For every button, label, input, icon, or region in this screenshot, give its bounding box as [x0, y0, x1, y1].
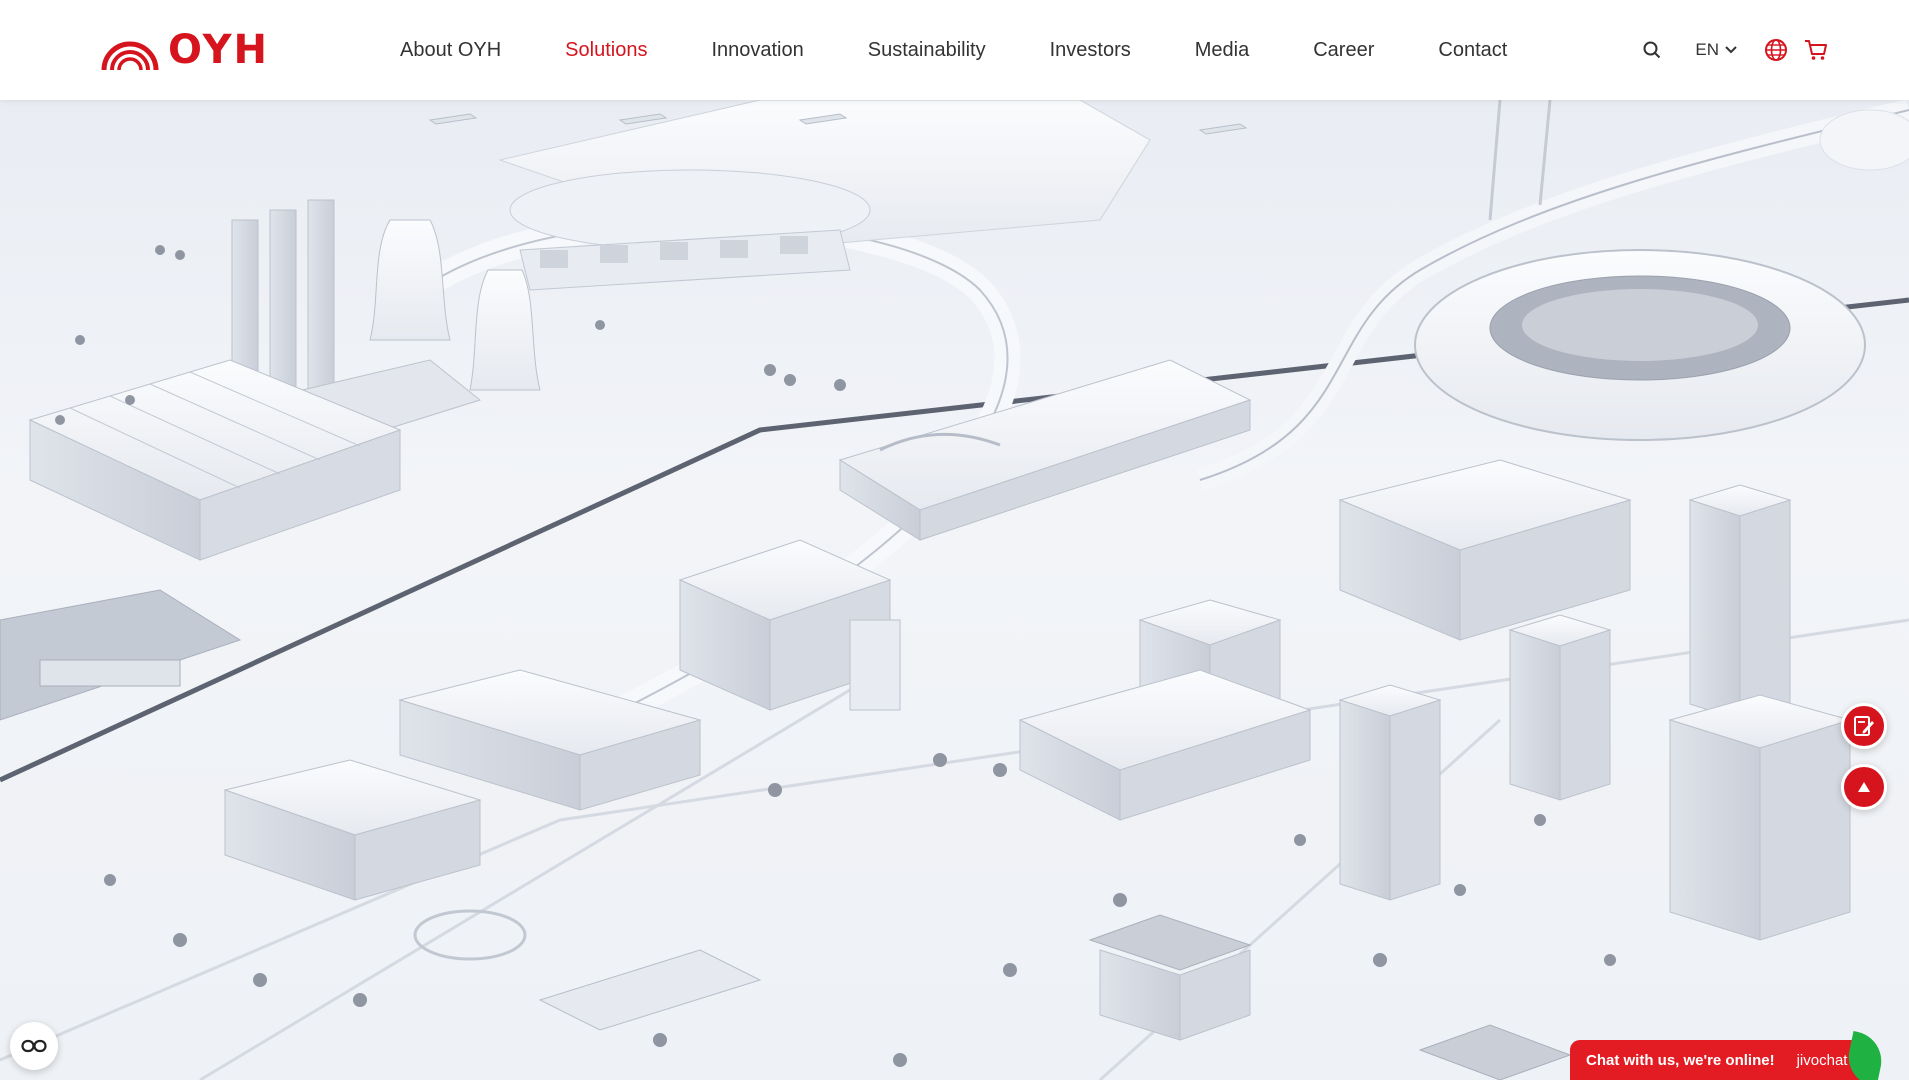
isometric-city-scene	[0, 100, 1909, 1080]
nav-career[interactable]: Career	[1313, 39, 1374, 62]
site-header: OYH About OYH Solutions Innovation Susta…	[0, 0, 1909, 100]
cookie-settings-icon	[21, 1039, 47, 1053]
nav-solutions[interactable]: Solutions	[565, 39, 647, 62]
cookie-settings-button[interactable]	[10, 1022, 58, 1070]
chevron-down-icon	[1725, 46, 1737, 54]
back-to-top-button[interactable]	[1841, 764, 1887, 810]
nav-contact[interactable]: Contact	[1438, 39, 1507, 62]
language-selector[interactable]: EN	[1695, 40, 1737, 60]
edit-form-icon	[1854, 716, 1874, 736]
language-label: EN	[1695, 40, 1719, 59]
nav-media[interactable]: Media	[1195, 39, 1249, 62]
header-tools: EN	[1639, 0, 1829, 100]
arrow-up-icon	[1858, 782, 1870, 792]
nav-about[interactable]: About OYH	[400, 39, 501, 62]
logo-arch-icon	[101, 41, 159, 70]
chat-brand: jivochat	[1796, 1051, 1848, 1069]
main-nav: About OYH Solutions Innovation Sustainab…	[400, 0, 1571, 100]
search-icon[interactable]	[1639, 37, 1665, 63]
nav-innovation[interactable]: Innovation	[711, 39, 803, 62]
inquiry-form-button[interactable]	[1841, 703, 1887, 749]
hero-city-illustration	[0, 100, 1909, 1080]
cart-icon[interactable]	[1803, 37, 1829, 63]
nav-sustainability[interactable]: Sustainability	[868, 39, 986, 62]
globe-icon[interactable]	[1763, 37, 1789, 63]
oyh-logo[interactable]: OYH	[100, 28, 269, 72]
nav-investors[interactable]: Investors	[1050, 39, 1131, 62]
chat-label: Chat with us, we're online!	[1586, 1051, 1775, 1069]
chat-widget[interactable]: Chat with us, we're online! jivochat	[1570, 1031, 1887, 1080]
logo-text: OYH	[168, 27, 270, 73]
